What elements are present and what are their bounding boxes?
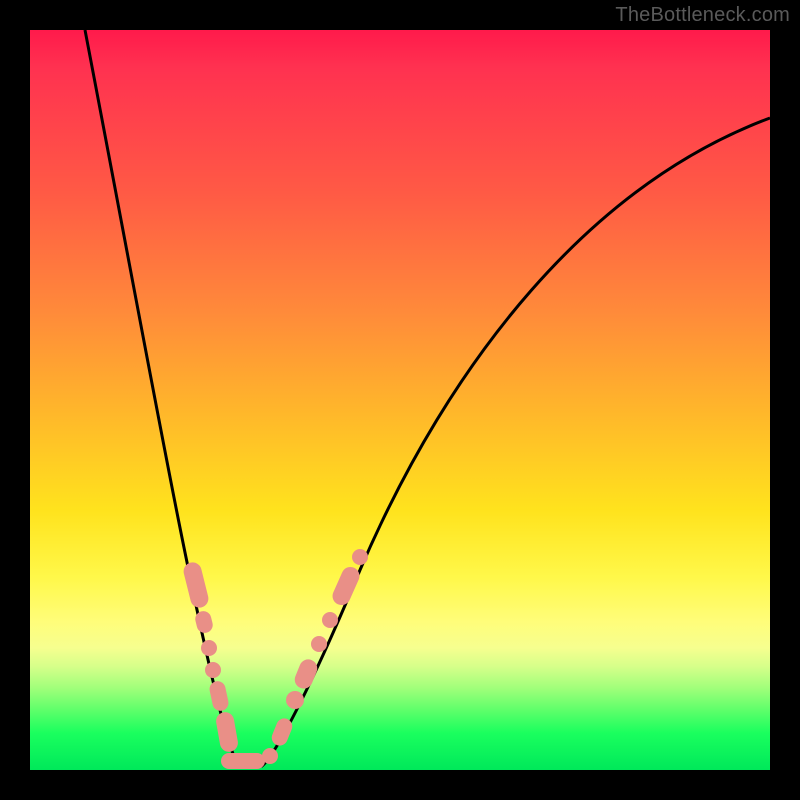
data-marker <box>205 662 221 678</box>
data-marker <box>322 612 338 628</box>
data-marker <box>208 680 230 713</box>
data-marker <box>215 711 240 754</box>
data-marker <box>221 753 265 769</box>
curve-path <box>85 30 770 766</box>
data-marker <box>352 549 368 565</box>
data-marker <box>201 640 217 656</box>
chart-svg <box>30 30 770 770</box>
data-marker <box>286 691 304 709</box>
data-marker <box>330 564 363 608</box>
data-marker <box>182 561 211 610</box>
plot-area <box>30 30 770 770</box>
chart-frame: TheBottleneck.com <box>0 0 800 800</box>
watermark-text: TheBottleneck.com <box>615 4 790 27</box>
data-marker <box>311 636 327 652</box>
data-marker <box>262 748 278 764</box>
marker-group <box>182 549 368 769</box>
